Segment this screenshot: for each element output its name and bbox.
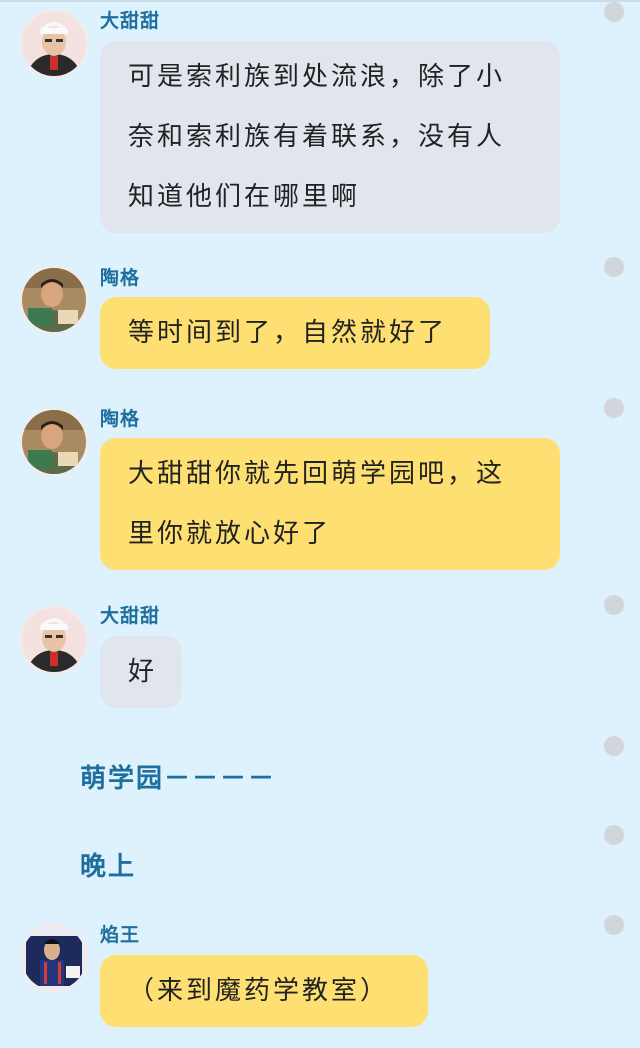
avatar-taoge-icon xyxy=(22,268,86,332)
message-status-dot xyxy=(604,2,624,22)
message-status-dot xyxy=(604,595,624,615)
avatar[interactable] xyxy=(22,12,86,76)
narration-text: 晚上 xyxy=(80,852,137,882)
message-status-dot xyxy=(604,257,624,277)
top-divider xyxy=(0,0,640,2)
message-bubble[interactable]: 等时间到了，自然就好了 xyxy=(100,297,490,369)
avatar[interactable] xyxy=(22,268,86,332)
avatar[interactable] xyxy=(22,608,86,672)
avatar[interactable] xyxy=(22,926,86,990)
message-status-dot xyxy=(604,825,624,845)
message-bubble[interactable]: 可是索利族到处流浪，除了小奈和索利族有着联系，没有人知道他们在哪里啊 xyxy=(100,41,560,233)
speaker-name: 大甜甜 xyxy=(100,10,161,32)
avatar-taoge-icon xyxy=(22,410,86,474)
speaker-name: 陶格 xyxy=(100,267,141,289)
message-bubble[interactable]: 好 xyxy=(100,636,182,708)
message-status-dot xyxy=(604,398,624,418)
avatar[interactable] xyxy=(22,410,86,474)
message-status-dot xyxy=(604,736,624,756)
speaker-name: 焰王 xyxy=(100,924,141,946)
avatar-datiantian-icon xyxy=(22,12,86,76)
speaker-name: 大甜甜 xyxy=(100,605,161,627)
message-bubble[interactable]: （来到魔药学教室） xyxy=(100,955,428,1027)
avatar-yanwang-icon xyxy=(22,926,86,990)
avatar-datiantian-icon xyxy=(22,608,86,672)
message-status-dot xyxy=(604,915,624,935)
message-bubble[interactable]: 大甜甜你就先回萌学园吧，这里你就放心好了 xyxy=(100,438,560,570)
narration-text: 萌学园－－－－ xyxy=(80,764,277,794)
speaker-name: 陶格 xyxy=(100,408,141,430)
